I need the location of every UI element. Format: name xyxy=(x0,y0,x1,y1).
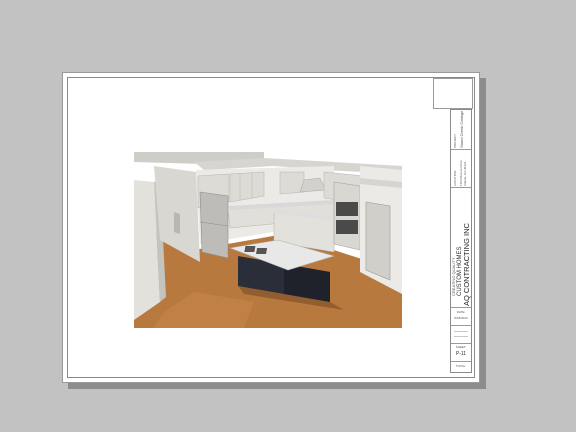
sheet-number: P-11 xyxy=(455,351,467,357)
date-value: 8/18/2023 xyxy=(454,316,468,320)
project-label: PROJECT: xyxy=(453,133,457,148)
date-label: DATE: xyxy=(456,310,466,314)
blank-cell xyxy=(451,326,471,344)
title-block: PROJECT: Stand Creek Cottage LOCATION: 1… xyxy=(450,109,472,373)
project-cell: PROJECT: Stand Creek Cottage xyxy=(451,110,471,150)
location-label: LOCATION: xyxy=(453,170,457,186)
company-tagline: CREATING QUALITY xyxy=(451,257,456,296)
sheet-label: SHEET: xyxy=(455,345,467,349)
sheet-cell: SHEET: P-11 xyxy=(451,344,471,362)
company-cell: CREATING QUALITY CUSTOM HOMES AQ CONTRAC… xyxy=(451,188,471,308)
stamp-box xyxy=(433,78,473,109)
location-cell: LOCATION: 1254 Monroe Drive Atlanta, GA … xyxy=(451,150,471,188)
date-cell: DATE: 8/18/2023 xyxy=(451,308,471,326)
drawing-sheet: PROJECT: Stand Creek Cottage LOCATION: 1… xyxy=(62,72,480,383)
company-name: AQ CONTRACTING INC xyxy=(462,223,471,306)
total-label: TOTAL: xyxy=(455,364,467,368)
project-name: Stand Creek Cottage xyxy=(459,110,464,148)
total-cell: TOTAL: xyxy=(451,362,471,372)
location-line2: Atlanta, GA 30324 xyxy=(463,161,467,186)
kitchen-3d-render xyxy=(134,152,402,328)
